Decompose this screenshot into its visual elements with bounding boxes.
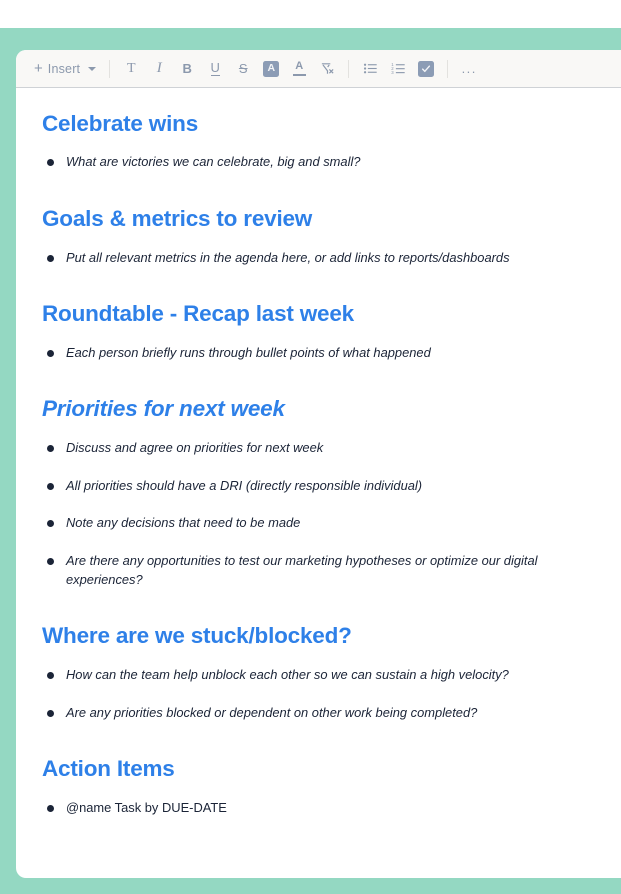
section-goals-metrics: Goals & metrics to review Put all releva… [42,205,595,267]
text-format-group: T I B U S A A [117,57,341,81]
text-style-icon: T [126,60,136,76]
underline-button[interactable]: U [203,57,227,81]
bullet-list: Put all relevant metrics in the agenda h… [42,249,595,268]
insert-button[interactable]: + Insert [30,58,102,79]
bullet-list: What are victories we can celebrate, big… [42,153,595,172]
clear-formatting-button[interactable] [315,57,339,81]
highlight-icon: A [263,60,280,77]
list-item[interactable]: How can the team help unblock each other… [42,666,595,685]
section-stuck-blocked: Where are we stuck/blocked? How can the … [42,622,595,722]
numbered-list-button[interactable]: 1 2 3 [386,57,410,81]
editor-toolbar: + Insert T I B U S A A 1 2 3 ... [16,50,621,88]
clear-formatting-icon [321,63,334,74]
insert-button-label: Insert [47,61,81,76]
section-heading[interactable]: Roundtable - Recap last week [42,300,595,327]
list-item[interactable]: Each person briefly runs through bullet … [42,344,595,363]
section-celebrate-wins: Celebrate wins What are victories we can… [42,110,595,172]
toolbar-divider-2 [348,59,350,78]
list-item[interactable]: Are there any opportunities to test our … [42,552,595,589]
section-heading[interactable]: Priorities for next week [42,395,595,422]
bulleted-list-button[interactable] [358,57,382,81]
section-action-items: Action Items @name Task by DUE-DATE [42,755,595,817]
bullet-list: Each person briefly runs through bullet … [42,344,595,363]
strikethrough-icon: S [238,61,248,76]
section-heading[interactable]: Action Items [42,755,595,782]
font-color-button[interactable]: A [287,57,311,81]
numbered-list-icon: 1 2 3 [391,62,405,75]
checklist-icon [418,60,435,77]
top-white-strip [0,0,621,28]
list-item[interactable]: Are any priorities blocked or dependent … [42,704,595,723]
underline-icon: U [210,60,220,76]
section-priorities: Priorities for next week Discuss and agr… [42,395,595,589]
italic-button[interactable]: I [147,57,171,81]
document-body[interactable]: Celebrate wins What are victories we can… [16,88,621,817]
chevron-down-icon [88,66,97,71]
list-item[interactable]: Note any decisions that need to be made [42,514,595,533]
checklist-button[interactable] [414,57,438,81]
strikethrough-button[interactable]: S [231,57,255,81]
list-item[interactable]: @name Task by DUE-DATE [42,799,595,818]
page-root: + Insert T I B U S A A 1 2 3 ... Celebra… [0,0,621,894]
italic-icon: I [156,60,162,76]
section-roundtable: Roundtable - Recap last week Each person… [42,300,595,362]
section-heading[interactable]: Goals & metrics to review [42,205,595,232]
toolbar-divider [109,59,111,78]
list-group: 1 2 3 [356,57,440,81]
text-style-button[interactable]: T [119,57,143,81]
toolbar-divider-3 [447,59,449,78]
list-item[interactable]: Discuss and agree on priorities for next… [42,439,595,458]
list-item[interactable]: Put all relevant metrics in the agenda h… [42,249,595,268]
bold-icon: B [182,61,192,76]
bullet-list: Discuss and agree on priorities for next… [42,439,595,590]
highlight-button[interactable]: A [259,57,283,81]
ellipsis-icon: ... [461,61,477,76]
document-card: + Insert T I B U S A A 1 2 3 ... Celebra… [16,50,621,878]
more-options-button[interactable]: ... [457,57,481,81]
list-item[interactable]: What are victories we can celebrate, big… [42,153,595,172]
section-heading[interactable]: Where are we stuck/blocked? [42,622,595,649]
list-item[interactable]: All priorities should have a DRI (direct… [42,477,595,496]
font-color-icon: A [292,61,306,76]
bullet-list: How can the team help unblock each other… [42,666,595,722]
svg-text:3: 3 [391,70,394,75]
bulleted-list-icon [363,63,377,74]
plus-icon: + [34,60,43,77]
bullet-list: @name Task by DUE-DATE [42,799,595,818]
bold-button[interactable]: B [175,57,199,81]
section-heading[interactable]: Celebrate wins [42,110,595,137]
